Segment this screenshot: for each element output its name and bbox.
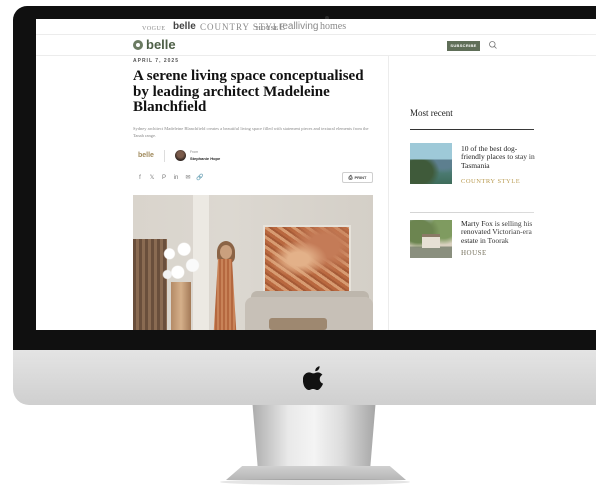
hero-pedestal — [171, 282, 191, 330]
article-date: APRIL 7, 2025 — [133, 58, 179, 64]
search-icon[interactable] — [488, 40, 498, 50]
stand-shadow — [220, 479, 410, 485]
subscribe-button[interactable]: SUBSCRIBE — [447, 41, 480, 51]
site-header: belle SUBSCRIBE — [36, 36, 596, 56]
brand-link-belle[interactable]: belle — [173, 21, 196, 33]
hero-person-head — [220, 245, 232, 259]
brand-link-house[interactable]: HOUSE — [256, 23, 279, 35]
email-icon[interactable]: ✉ — [184, 174, 192, 182]
recent-source-logo: HOUSE — [461, 249, 487, 257]
byline-label: From — [190, 150, 199, 154]
browser-screen: VOGUE belle COUNTRY STYLE HOUSE reallivi… — [36, 19, 596, 330]
thumbnail-house — [422, 234, 440, 248]
linkedin-icon[interactable]: in — [172, 174, 180, 182]
printer-icon: ⎙ — [348, 174, 353, 181]
recent-thumbnail-toorak[interactable] — [410, 220, 452, 258]
link-icon[interactable]: 🔗 — [196, 174, 204, 182]
facebook-icon[interactable]: f — [136, 174, 144, 182]
hero-image — [133, 195, 373, 330]
brand-link-homes[interactable]: homes — [320, 21, 346, 33]
brand-link-vogue[interactable]: VOGUE — [142, 23, 166, 35]
monitor-stand — [252, 405, 376, 467]
hero-person-dress — [213, 259, 237, 330]
brand-link-realliving[interactable]: realliving — [279, 21, 318, 33]
byline-divider — [164, 150, 165, 162]
hero-coffee-table — [269, 318, 327, 330]
most-recent-heading: Most recent — [410, 108, 453, 118]
recent-source-logo: COUNTRY STYLE — [461, 178, 521, 185]
byline-brand[interactable]: belle — [138, 152, 154, 159]
share-bar: f 𝕏 P in ✉ 🔗 — [136, 174, 204, 182]
network-brand-bar: VOGUE belle COUNTRY STYLE HOUSE reallivi… — [36, 19, 596, 35]
article-standfirst: Sydney architect Madeleine Blanchfield c… — [133, 126, 369, 138]
print-label: PRINT — [354, 175, 367, 180]
x-icon[interactable]: 𝕏 — [148, 174, 156, 182]
print-button[interactable]: ⎙ PRINT — [342, 172, 373, 183]
pinterest-icon[interactable]: P — [160, 174, 168, 182]
article-title: A serene living space conceptualised by … — [133, 68, 364, 115]
author-avatar[interactable] — [175, 150, 186, 161]
hero-orchid — [161, 240, 203, 286]
belle-logo-icon[interactable] — [133, 40, 143, 50]
recent-title[interactable]: Marty Fox is selling his renovated Victo… — [461, 219, 537, 245]
sidebar-divider — [388, 56, 389, 330]
apple-logo-icon — [303, 366, 324, 391]
site-logo[interactable]: belle — [146, 37, 176, 53]
author-name[interactable]: Stephanie Hope — [190, 156, 220, 161]
monitor-stand-foot — [226, 466, 406, 480]
recent-title[interactable]: 10 of the best dog-friendly places to st… — [461, 144, 537, 170]
recent-separator — [410, 212, 534, 213]
recent-thumbnail-tasmania[interactable] — [410, 143, 452, 184]
hero-painting — [263, 225, 351, 293]
most-recent-rule — [410, 129, 534, 130]
